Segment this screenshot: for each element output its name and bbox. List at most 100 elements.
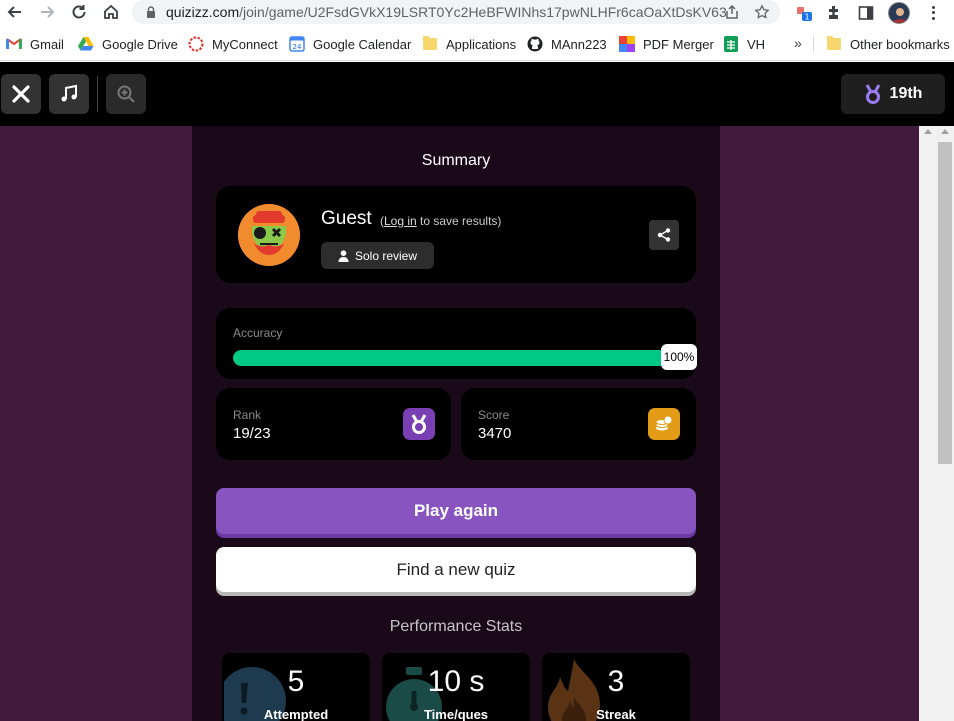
stat-attempted-value: 5 — [287, 665, 305, 698]
browser-menu-icon[interactable] — [924, 3, 942, 23]
scrollbar-thumb[interactable] — [938, 142, 952, 464]
stat-attempted-label: Attempted — [263, 707, 329, 721]
stat-streak-label: Streak — [596, 707, 636, 721]
summary-panel: Summary Guest (Log in to save results) S… — [192, 126, 720, 721]
accuracy-label: Accuracy — [233, 326, 283, 340]
bookmark-mann223[interactable]: MAnn223 — [527, 35, 607, 53]
login-suffix: to save results) — [416, 214, 502, 228]
extension-badge-count: 1 — [804, 13, 809, 22]
home-icon — [104, 4, 118, 19]
extensions-puzzle-icon[interactable] — [824, 3, 844, 23]
lock-icon — [147, 6, 155, 18]
pdf-merger-icon — [619, 36, 635, 52]
browser-toolbar: quizizz.com/join/game/U2FsdGVkX19LSRT0Yc… — [0, 0, 954, 26]
mode-badge: Solo review — [321, 242, 434, 269]
stat-time-card: 10 s Time/ques — [382, 653, 530, 721]
bookmark-label: Google Drive — [102, 36, 178, 52]
bookmark-applications[interactable]: Applications — [422, 35, 516, 53]
summary-title: Summary — [421, 152, 491, 169]
bookmark-google-calendar[interactable]: 24 Google Calendar — [289, 35, 411, 53]
bookmark-label: MAnn223 — [551, 36, 607, 52]
accuracy-card: Accuracy 100% — [216, 308, 697, 379]
bookmark-label: VH — [747, 36, 766, 52]
rank-label: Rank — [233, 408, 262, 422]
reload-icon — [72, 5, 86, 19]
scroll-up-arrow-icon-2[interactable] — [941, 129, 949, 134]
score-card: Score 3470 — [461, 388, 696, 460]
bookmark-label: Gmail — [30, 36, 64, 52]
medal-badge-icon — [403, 408, 435, 440]
myconnect-icon — [188, 36, 204, 52]
performance-stats-title: Performance Stats — [389, 618, 523, 635]
gmail-icon — [6, 36, 22, 52]
bookmark-label: Other bookmarks — [850, 36, 950, 52]
player-card: Guest (Log in to save results) Solo revi… — [216, 186, 696, 283]
rank-card: Rank 19/23 — [216, 388, 451, 460]
score-label: Score — [478, 408, 510, 422]
drive-icon — [78, 36, 94, 52]
scroll-up-arrow-icon[interactable] — [924, 129, 932, 134]
back-arrow-icon — [7, 6, 21, 18]
bookmarks-divider — [813, 35, 814, 53]
music-note-icon — [61, 84, 77, 102]
share-icon — [657, 228, 671, 242]
accuracy-progress-fill — [233, 350, 679, 366]
profile-avatar[interactable] — [888, 2, 910, 24]
bookmark-other-bookmarks[interactable]: Other bookmarks — [826, 35, 950, 53]
home-button[interactable] — [98, 0, 124, 24]
svg-text:24: 24 — [293, 43, 302, 51]
address-bar[interactable]: quizizz.com/join/game/U2FsdGVkX19LSRT0Yc… — [132, 0, 780, 24]
player-avatar — [238, 204, 300, 266]
mode-label: Solo review — [354, 248, 418, 263]
github-icon — [527, 36, 543, 52]
bookmark-gmail[interactable]: Gmail — [6, 35, 64, 53]
coins-icon — [648, 408, 680, 440]
bookmark-label: MyConnect — [212, 36, 278, 52]
back-button[interactable] — [2, 0, 28, 24]
stat-streak-value: 3 — [607, 665, 625, 698]
share-page-icon[interactable] — [724, 4, 740, 20]
bookmark-myconnect[interactable]: MyConnect — [188, 35, 278, 53]
url-host: quizizz.com — [166, 4, 240, 20]
play-again-button[interactable]: Play again — [216, 488, 696, 534]
close-game-button[interactable] — [1, 74, 41, 114]
music-toggle-button[interactable] — [49, 74, 89, 114]
accuracy-percent: 100% — [661, 344, 697, 370]
folder-icon — [826, 36, 842, 52]
calendar-icon: 24 — [289, 36, 305, 52]
page-background: Summary Guest (Log in to save results) S… — [0, 126, 919, 721]
login-link[interactable]: Log in — [384, 214, 417, 228]
bookmark-star-icon[interactable] — [754, 4, 770, 20]
bookmark-label: Google Calendar — [313, 36, 412, 52]
player-name: Guest — [321, 208, 372, 229]
side-panel-icon[interactable] — [856, 3, 876, 23]
bookmarks-overflow-button[interactable]: » — [794, 35, 802, 51]
extension-badge-icon[interactable]: 1 — [794, 3, 814, 23]
folder-icon — [422, 36, 438, 52]
share-button[interactable] — [649, 220, 679, 250]
find-new-quiz-button[interactable]: Find a new quiz — [216, 547, 696, 592]
rank-value: 19/23 — [233, 425, 271, 442]
bookmark-pdf-merger[interactable]: PDF Merger — [619, 35, 714, 53]
forward-arrow-icon — [41, 6, 55, 18]
medal-icon — [865, 84, 880, 104]
bookmarks-bar: Gmail Google Drive MyConnect 24 Google C… — [0, 27, 954, 61]
stat-streak-card: 3 Streak — [542, 653, 690, 721]
user-icon — [338, 249, 349, 262]
bookmark-vh[interactable]: VH — [723, 35, 765, 53]
reload-button[interactable] — [66, 0, 92, 24]
forward-button[interactable] — [34, 0, 60, 24]
url-path: /join/game/U2FsdGVkX19LSRT0Yc2HeBFWINhs1… — [239, 4, 726, 20]
game-top-bar: 19th — [0, 62, 954, 126]
stat-time-value: 10 s — [427, 665, 485, 698]
url-text: quizizz.com/join/game/U2FsdGVkX19LSRT0Yc… — [166, 4, 726, 20]
rank-text: 19th — [889, 85, 923, 102]
bookmark-google-drive[interactable]: Google Drive — [78, 35, 178, 53]
sheets-icon — [723, 36, 739, 52]
toolbar-divider — [97, 76, 98, 112]
bookmark-label: Applications — [446, 36, 517, 52]
login-note: (Log in to save results) — [380, 214, 501, 228]
bookmark-label: PDF Merger — [643, 36, 714, 52]
close-icon — [12, 85, 30, 103]
zoom-button[interactable] — [106, 74, 146, 114]
